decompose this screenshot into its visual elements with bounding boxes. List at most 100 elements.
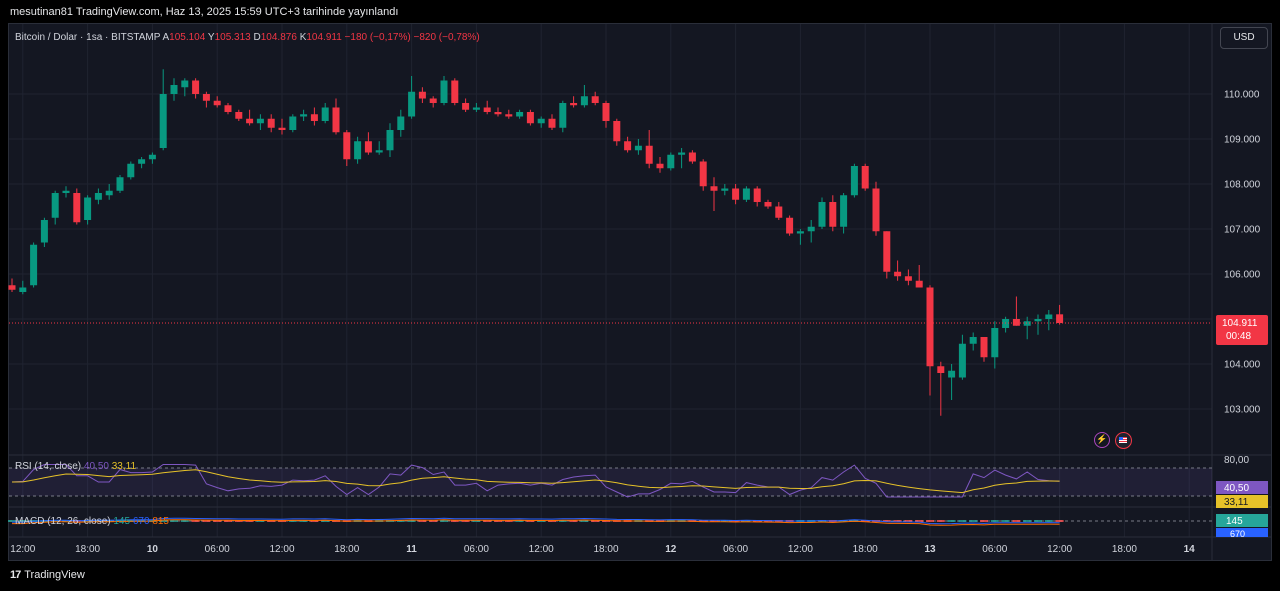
candle-body bbox=[872, 188, 880, 232]
candle-body bbox=[375, 150, 383, 153]
rsi-legend[interactable]: RSI (14, close) 40,50 33,11 bbox=[15, 461, 136, 472]
rsi-label: RSI (14, close) bbox=[15, 461, 82, 472]
candle-body bbox=[494, 112, 502, 115]
time-axis-label: 12:00 bbox=[788, 544, 813, 555]
currency-button[interactable]: USD bbox=[1220, 27, 1268, 49]
candle-body bbox=[699, 161, 707, 187]
candle-body bbox=[645, 145, 653, 164]
time-axis-label: 12:00 bbox=[10, 544, 35, 555]
macd-histogram-bar bbox=[1012, 520, 1021, 522]
macd-histogram-bar bbox=[1044, 520, 1053, 522]
high-label: Y bbox=[207, 32, 215, 43]
rsi-tag-2-value: 33,11 bbox=[1224, 497, 1249, 508]
candle-body bbox=[408, 91, 416, 117]
time-axis-label: 12 bbox=[665, 544, 677, 555]
candle-body bbox=[246, 118, 254, 124]
candle-body bbox=[732, 188, 740, 200]
candle-body bbox=[1034, 319, 1042, 322]
candle-body bbox=[548, 118, 556, 128]
last-price-value: 104.911 bbox=[1222, 318, 1258, 329]
candle-body bbox=[181, 80, 189, 88]
flag-icon[interactable] bbox=[1115, 432, 1132, 449]
candle-body bbox=[818, 202, 826, 227]
macd-legend[interactable]: MACD (12, 26, close) 145 670 815 bbox=[15, 516, 169, 527]
candle-body bbox=[289, 116, 297, 130]
candle-body bbox=[19, 287, 27, 292]
candle-body bbox=[656, 163, 664, 169]
chart-canvas[interactable]: 110.000109.000108.000107.000106.000105.0… bbox=[0, 0, 1280, 591]
macd-histogram-bar bbox=[926, 520, 934, 522]
candle-body bbox=[505, 114, 513, 117]
candle-body bbox=[1045, 314, 1053, 319]
price-axis-label: 104.000 bbox=[1224, 360, 1261, 371]
candle-body bbox=[678, 152, 686, 155]
macd-histogram-bar bbox=[1055, 520, 1064, 522]
macd-signal-line bbox=[12, 519, 1060, 526]
candle-body bbox=[710, 186, 718, 191]
time-axis-label: 06:00 bbox=[464, 544, 489, 555]
rsi-axis-label: 80,00 bbox=[1224, 455, 1249, 466]
macd-value-3: 815 bbox=[152, 516, 169, 527]
macd-histogram-bar bbox=[1001, 520, 1010, 522]
macd-label: MACD (12, 26, close) bbox=[15, 516, 111, 527]
candle-body bbox=[73, 193, 81, 223]
candle-body bbox=[786, 217, 794, 234]
candle-body bbox=[62, 190, 70, 193]
candle-body bbox=[861, 166, 869, 189]
macd-line bbox=[12, 517, 1060, 525]
candle-body bbox=[472, 107, 480, 110]
candle-body bbox=[343, 132, 351, 160]
time-axis-label: 11 bbox=[406, 544, 417, 555]
candle-body bbox=[148, 154, 156, 160]
candle-body bbox=[267, 118, 275, 128]
candle-body bbox=[937, 366, 945, 373]
price-axis-label: 107.000 bbox=[1224, 225, 1261, 236]
candle-body bbox=[926, 287, 934, 367]
footer-brand: TradingView bbox=[24, 569, 85, 581]
macd-histogram-bar bbox=[990, 520, 999, 522]
symbol-legend: Bitcoin / Dolar · 1sa · BITSTAMP A105.10… bbox=[15, 32, 480, 43]
macd-histogram-bar bbox=[980, 520, 988, 522]
candle-body bbox=[170, 85, 178, 94]
time-axis-label: 10 bbox=[147, 544, 159, 555]
candle-body bbox=[192, 80, 200, 94]
candle-body bbox=[624, 141, 632, 151]
candle-body bbox=[580, 96, 588, 106]
candle-body bbox=[116, 177, 124, 191]
price-axis-label: 106.000 bbox=[1224, 270, 1261, 281]
candle-body bbox=[688, 152, 696, 162]
candle-body bbox=[969, 337, 977, 344]
candle-body bbox=[451, 80, 459, 103]
rsi-tag-1-value: 40,50 bbox=[1224, 483, 1249, 494]
high-value: 105.313 bbox=[214, 32, 251, 43]
time-axis-label: 06:00 bbox=[982, 544, 1007, 555]
bar-countdown: 00:48 bbox=[1226, 331, 1251, 342]
candle-body bbox=[397, 116, 405, 130]
candle-body bbox=[418, 91, 426, 99]
tradingview-logo-icon: 17 bbox=[10, 569, 21, 581]
time-axis-label: 06:00 bbox=[205, 544, 230, 555]
candle-body bbox=[256, 118, 264, 124]
candle-body bbox=[753, 188, 761, 202]
candle-body bbox=[84, 197, 92, 220]
candle-body bbox=[840, 195, 848, 227]
candle-body bbox=[127, 163, 135, 178]
lightning-icon[interactable]: ⚡ bbox=[1094, 432, 1110, 448]
rsi-value-2: 33,11 bbox=[111, 461, 137, 472]
candle-body bbox=[807, 226, 815, 232]
candle-body bbox=[159, 94, 167, 148]
time-axis-label: 18:00 bbox=[334, 544, 359, 555]
candle-body bbox=[429, 98, 437, 103]
candle-body bbox=[559, 103, 567, 128]
candle-body bbox=[386, 130, 394, 151]
time-axis-label: 12:00 bbox=[269, 544, 294, 555]
price-axis-label: 110.000 bbox=[1224, 90, 1260, 101]
candle-body bbox=[462, 103, 470, 110]
candle-body bbox=[516, 112, 524, 117]
candle-body bbox=[570, 103, 578, 106]
candle-body bbox=[300, 114, 308, 117]
candle-body bbox=[915, 280, 923, 288]
candle-body bbox=[526, 112, 534, 124]
candle-body bbox=[980, 337, 988, 358]
symbol-name[interactable]: Bitcoin / Dolar · 1sa · BITSTAMP bbox=[15, 32, 160, 43]
